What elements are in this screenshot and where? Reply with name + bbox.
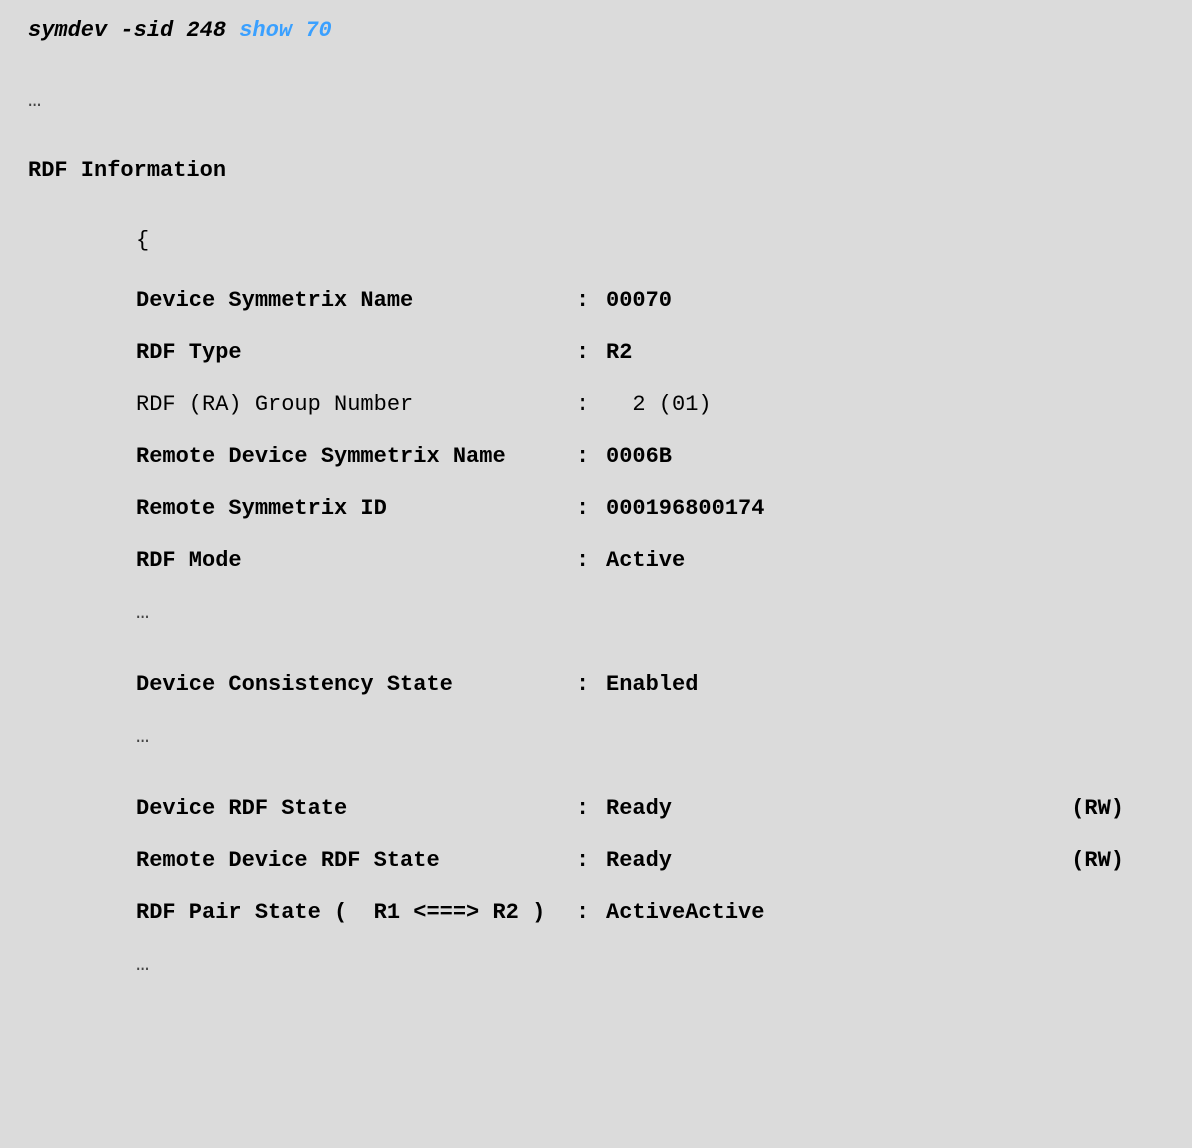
value: Ready (RW): [606, 850, 1164, 872]
state-value: Ready: [606, 798, 672, 820]
value: 000196800174: [606, 498, 1164, 520]
rdf-info-block: { Device Symmetrix Name : 00070 RDF Type…: [28, 230, 1164, 976]
label: Device Consistency State: [136, 674, 576, 696]
label: RDF Pair State ( R1 <===> R2 ): [136, 902, 576, 924]
row-rdf-pair-state: RDF Pair State ( R1 <===> R2 ) : ActiveA…: [136, 902, 1164, 924]
row-device-consistency-state: Device Consistency State : Enabled: [136, 674, 1164, 696]
command-line: symdev -sid 248 show 70: [28, 20, 1164, 42]
colon: :: [576, 290, 606, 312]
ellipsis-mid-2: …: [136, 726, 1164, 748]
colon: :: [576, 498, 606, 520]
row-remote-device-name: Remote Device Symmetrix Name : 0006B: [136, 446, 1164, 468]
ellipsis-mid-1: …: [136, 602, 1164, 624]
value: 0006B: [606, 446, 1164, 468]
row-remote-symmetrix-id: Remote Symmetrix ID : 000196800174: [136, 498, 1164, 520]
value: 2 (01): [606, 394, 1164, 416]
ellipsis-bottom: …: [136, 954, 1164, 976]
value: 00070: [606, 290, 1164, 312]
label: RDF Mode: [136, 550, 576, 572]
state-suffix: (RW): [1071, 850, 1124, 872]
row-device-symmetrix-name: Device Symmetrix Name : 00070: [136, 290, 1164, 312]
command-base: symdev -sid 248: [28, 18, 239, 43]
state-suffix: (RW): [1071, 798, 1124, 820]
label: Remote Device RDF State: [136, 850, 576, 872]
row-device-rdf-state: Device RDF State : Ready (RW): [136, 798, 1164, 820]
label: Remote Device Symmetrix Name: [136, 446, 576, 468]
command-highlight: show 70: [239, 18, 331, 43]
colon: :: [576, 446, 606, 468]
colon: :: [576, 394, 606, 416]
ellipsis-top: …: [28, 90, 1164, 112]
section-title: RDF Information: [28, 160, 1164, 182]
row-rdf-mode: RDF Mode : Active: [136, 550, 1164, 572]
row-rdf-type: RDF Type : R2: [136, 342, 1164, 364]
label: RDF Type: [136, 342, 576, 364]
colon: :: [576, 850, 606, 872]
colon: :: [576, 798, 606, 820]
label: RDF (RA) Group Number: [136, 394, 576, 416]
open-brace: {: [136, 230, 1164, 252]
value: R2: [606, 342, 1164, 364]
label: Remote Symmetrix ID: [136, 498, 576, 520]
colon: :: [576, 674, 606, 696]
state-value: Ready: [606, 850, 672, 872]
value: Active: [606, 550, 1164, 572]
value: Ready (RW): [606, 798, 1164, 820]
value: Enabled: [606, 674, 1164, 696]
colon: :: [576, 902, 606, 924]
colon: :: [576, 342, 606, 364]
label: Device Symmetrix Name: [136, 290, 576, 312]
colon: :: [576, 550, 606, 572]
row-ra-group-number: RDF (RA) Group Number : 2 (01): [136, 394, 1164, 416]
label: Device RDF State: [136, 798, 576, 820]
value: ActiveActive: [606, 902, 1164, 924]
row-remote-device-rdf-state: Remote Device RDF State : Ready (RW): [136, 850, 1164, 872]
